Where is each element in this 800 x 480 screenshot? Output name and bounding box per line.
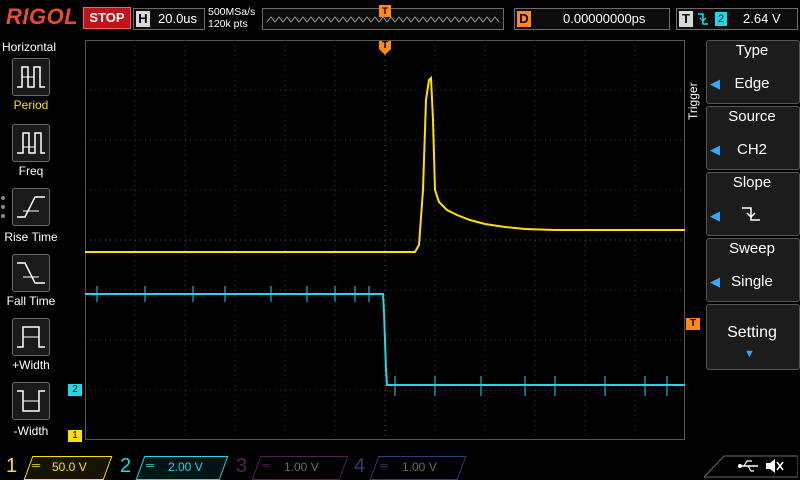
- frequency-icon: [17, 132, 45, 154]
- fall-time-icon: [17, 262, 45, 284]
- ch4-coupling-icon: ═: [380, 460, 388, 472]
- ch3-number: 3: [236, 455, 248, 477]
- delay-box[interactable]: D 0.00000000ps: [514, 8, 670, 30]
- falling-edge-icon: [742, 207, 760, 221]
- ch1-scale-value: 50.0 V: [52, 460, 87, 474]
- speaker-muted-icon[interactable]: [764, 457, 784, 475]
- frequency-button[interactable]: [12, 124, 50, 162]
- trigger-source-value: CH2: [736, 141, 767, 158]
- trigger-setting-label: Setting: [727, 324, 777, 341]
- ch1-coupling-icon: ═: [32, 460, 40, 472]
- run-stop-indicator[interactable]: STOP: [83, 7, 131, 29]
- page-dot: [1, 214, 5, 218]
- page-dot: [1, 205, 5, 209]
- timebase-value: 20.0us: [158, 11, 198, 26]
- period-button[interactable]: [12, 58, 50, 96]
- rise-time-icon: [17, 196, 45, 218]
- fall-time-label: Fall Time: [6, 294, 56, 308]
- trigger-slope-label: Slope: [732, 174, 772, 191]
- page-dot: [1, 196, 5, 200]
- panel-page-dots: [1, 196, 7, 223]
- ch2-reference-marker[interactable]: 2: [68, 384, 82, 396]
- usb-icon: [738, 460, 758, 472]
- frequency-label: Freq: [18, 164, 44, 178]
- ch3-scale-value: 1.00 V: [284, 460, 319, 474]
- ch4-scale-value: 1.00 V: [402, 460, 437, 474]
- ch4-number: 4: [354, 455, 366, 477]
- period-label: Period: [13, 98, 49, 112]
- ch1-reference-marker[interactable]: 1: [68, 430, 82, 442]
- delay-tag: D: [517, 11, 531, 27]
- negative-width-button[interactable]: [12, 382, 50, 420]
- trigger-sweep-label: Sweep: [729, 240, 775, 257]
- ch2-number: 2: [120, 455, 132, 477]
- fall-time-button[interactable]: [12, 254, 50, 292]
- trigger-type-label: Type: [735, 42, 769, 59]
- negative-width-label: -Width: [13, 424, 49, 438]
- sample-rate: 500MSa/s: [208, 6, 256, 18]
- positive-width-label: +Width: [12, 358, 50, 372]
- trigger-sweep-value: Single: [731, 273, 773, 290]
- timebase-tag: H: [136, 11, 150, 27]
- waveform-memory-bar[interactable]: T: [262, 5, 504, 30]
- trigger-tag: T: [679, 11, 693, 27]
- trigger-level-marker[interactable]: T: [686, 318, 700, 330]
- memory-depth: 120k pts: [208, 18, 248, 30]
- negative-width-icon: [17, 390, 45, 412]
- waveform-display[interactable]: [85, 40, 685, 440]
- left-arrow-icon: ◀: [710, 208, 720, 223]
- positive-width-button[interactable]: [12, 318, 50, 356]
- left-panel-title: Horizontal: [2, 40, 57, 54]
- trigger-position-label: T: [381, 40, 389, 51]
- trigger-level-value: 2.64 V: [743, 11, 781, 26]
- trigger-type-value: Edge: [734, 75, 770, 92]
- trigger-slope-icon: [698, 13, 708, 25]
- rise-time-label: Rise Time: [4, 230, 58, 244]
- ch2-coupling-icon: ═: [146, 460, 154, 472]
- trigger-status-box[interactable]: T 2 2.64 V: [676, 8, 798, 30]
- ch3-coupling-icon: ═: [262, 460, 270, 472]
- delay-value: 0.00000000ps: [563, 11, 646, 26]
- ch1-number: 1: [6, 455, 18, 477]
- trigger-source-label: Source: [728, 108, 776, 125]
- rise-time-button[interactable]: [12, 188, 50, 226]
- period-icon: [17, 66, 45, 88]
- brand-logo: RIGOL: [6, 4, 79, 29]
- trigger-channel-badge: 2: [715, 12, 727, 26]
- ch2-scale-value: 2.00 V: [168, 460, 203, 474]
- memory-trigger-marker: T: [379, 5, 391, 17]
- timebase-box[interactable]: H 20.0us: [133, 8, 205, 30]
- trigger-menu-title: Trigger: [686, 82, 700, 120]
- submenu-down-icon: ▼: [744, 348, 755, 360]
- trigger-position-marker[interactable]: T: [378, 40, 392, 56]
- positive-width-icon: [17, 326, 45, 348]
